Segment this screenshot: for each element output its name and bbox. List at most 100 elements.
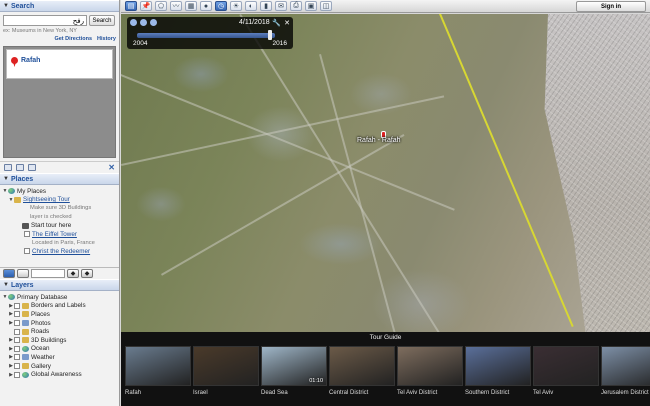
checkbox[interactable] (14, 311, 20, 318)
checkbox[interactable] (24, 231, 30, 238)
red-pin-icon (11, 57, 18, 66)
road (319, 54, 399, 332)
places-panel-header[interactable]: ▼ Places (0, 173, 119, 185)
tour-note-line-2: layer is checked (30, 214, 72, 221)
ruler-icon[interactable]: ▮ (260, 1, 272, 11)
tour-thumbnail[interactable]: Israel (193, 346, 259, 406)
polygon-icon[interactable]: ⬠ (155, 1, 167, 11)
sunlight-icon[interactable]: ☀ (230, 1, 242, 11)
timeline-start-year: 2004 (133, 40, 148, 47)
thumbnail-image[interactable] (125, 346, 191, 386)
zoom-in-icon[interactable] (140, 19, 147, 26)
add-to-places-icon[interactable] (4, 164, 12, 171)
search-button[interactable]: Search (89, 15, 115, 26)
tour-thumbnail[interactable]: Rafah (125, 346, 191, 406)
move-down-icon[interactable]: ◆ (81, 269, 93, 278)
thumbnail-image[interactable] (601, 346, 650, 386)
tree-item-label[interactable]: The Eiffel Tower (32, 231, 77, 238)
places-filter-field[interactable] (31, 269, 65, 278)
sign-in-button[interactable]: Sign in (576, 1, 646, 12)
copy-icon[interactable] (16, 164, 24, 171)
historical-imagery-icon[interactable]: ◷ (215, 1, 227, 11)
checkbox[interactable] (14, 345, 20, 352)
layer-item[interactable]: ▶ Gallery (2, 362, 117, 371)
layer-item[interactable]: Roads (2, 327, 117, 336)
checkbox[interactable] (14, 363, 20, 370)
thumbnail-image[interactable] (193, 346, 259, 386)
clock-icon[interactable] (130, 19, 137, 26)
placemark-icon[interactable]: 📌 (140, 1, 152, 11)
search-panel-header[interactable]: ▼ Search (0, 0, 119, 12)
layer-item[interactable]: ▶ Weather (2, 353, 117, 362)
tour-thumbnail[interactable]: Tel Aviv (533, 346, 599, 406)
checkbox[interactable] (14, 337, 20, 344)
tree-item-eiffel[interactable]: The Eiffel Tower (2, 230, 117, 239)
close-icon[interactable]: ✕ (284, 19, 290, 27)
photos-icon (22, 320, 29, 327)
view-in-maps-icon[interactable]: ◫ (320, 1, 332, 11)
checkbox[interactable] (24, 248, 30, 255)
collapse-triangle-icon[interactable]: ▼ (3, 3, 9, 9)
record-tour-icon[interactable]: ● (200, 1, 212, 11)
image-overlay-icon[interactable]: ▦ (185, 1, 197, 11)
checkbox[interactable] (14, 354, 20, 361)
collapse-triangle-icon[interactable]: ▼ (3, 176, 9, 182)
layer-item[interactable]: ▶ Borders and Labels (2, 302, 117, 311)
layers-panel-header[interactable]: ▼ Layers (0, 279, 119, 291)
layer-item[interactable]: ▼ Primary Database (2, 293, 117, 302)
checkbox[interactable] (14, 328, 20, 335)
sidebar-toggle-icon[interactable]: ▤ (125, 1, 137, 11)
tour-thumbnail[interactable]: Tel Aviv District (397, 346, 463, 406)
tree-item-christ[interactable]: Christ the Redeemer (2, 247, 117, 256)
tour-thumbnail[interactable]: Southern District (465, 346, 531, 406)
layer-item[interactable]: ▶ Ocean (2, 345, 117, 354)
thumbnail-image[interactable] (533, 346, 599, 386)
email-icon[interactable]: ✉ (275, 1, 287, 11)
placemark-label[interactable]: Rafah - Rafah (357, 137, 401, 144)
toggle-panel-button[interactable] (17, 269, 29, 278)
save-image-icon[interactable]: ▣ (305, 1, 317, 11)
search-places-button[interactable] (3, 269, 15, 278)
checkbox[interactable] (14, 320, 20, 327)
layer-item[interactable]: ▶ Places (2, 310, 117, 319)
tour-thumbnail[interactable]: Dead Sea 01:10 (261, 346, 327, 406)
roads-icon (22, 328, 29, 335)
path-icon[interactable]: 〰 (170, 1, 182, 11)
tour-thumbnail[interactable]: Jerusalem District (601, 346, 650, 406)
tree-item-label[interactable]: Sightseeing Tour (23, 196, 70, 203)
checkbox[interactable] (14, 371, 20, 378)
search-result-title[interactable]: Rafah (21, 57, 40, 64)
timeline-thumb[interactable] (268, 30, 273, 40)
search-input[interactable] (3, 15, 87, 26)
planets-icon[interactable]: ◐ (245, 1, 257, 11)
globe-icon (8, 294, 15, 301)
settings-wrench-icon[interactable]: 🔧 (272, 19, 281, 27)
timeline-track[interactable] (137, 33, 275, 38)
clear-search-icon[interactable]: ✕ (108, 163, 115, 172)
layer-item[interactable]: ▶ Global Awareness (2, 370, 117, 379)
print-icon[interactable]: ⎙ (290, 1, 302, 11)
collapse-triangle-icon[interactable]: ▼ (3, 282, 9, 288)
tree-item-my-places[interactable]: ▼ My Places (2, 187, 117, 196)
checkbox[interactable] (14, 302, 20, 309)
tree-item-start-tour[interactable]: Start tour here (2, 221, 117, 230)
layer-label: Roads (31, 328, 50, 336)
search-result-item[interactable]: Rafah (6, 49, 113, 79)
print-icon[interactable] (28, 164, 36, 171)
thumbnail-image[interactable] (397, 346, 463, 386)
history-link[interactable]: History (97, 36, 116, 43)
zoom-out-icon[interactable] (150, 19, 157, 26)
thumbnail-image[interactable] (465, 346, 531, 386)
layer-item[interactable]: ▶ 3D Buildings (2, 336, 117, 345)
tree-item-sightseeing-tour[interactable]: ▼ Sightseeing Tour (2, 196, 117, 205)
layer-item[interactable]: ▶ Photos (2, 319, 117, 328)
weather-icon (22, 354, 29, 361)
tree-item-label[interactable]: Christ the Redeemer (32, 248, 90, 255)
get-directions-link[interactable]: Get Directions (54, 36, 92, 43)
thumbnail-image[interactable] (329, 346, 395, 386)
globe-icon (8, 188, 15, 195)
tour-thumbnail[interactable]: Central District (329, 346, 395, 406)
historical-imagery-slider[interactable]: 4/11/2018 🔧 ✕ 2004 2016 (127, 17, 293, 49)
move-up-icon[interactable]: ◆ (67, 269, 79, 278)
map-view[interactable]: 4/11/2018 🔧 ✕ 2004 2016 Rafah - Rafah (121, 14, 650, 332)
